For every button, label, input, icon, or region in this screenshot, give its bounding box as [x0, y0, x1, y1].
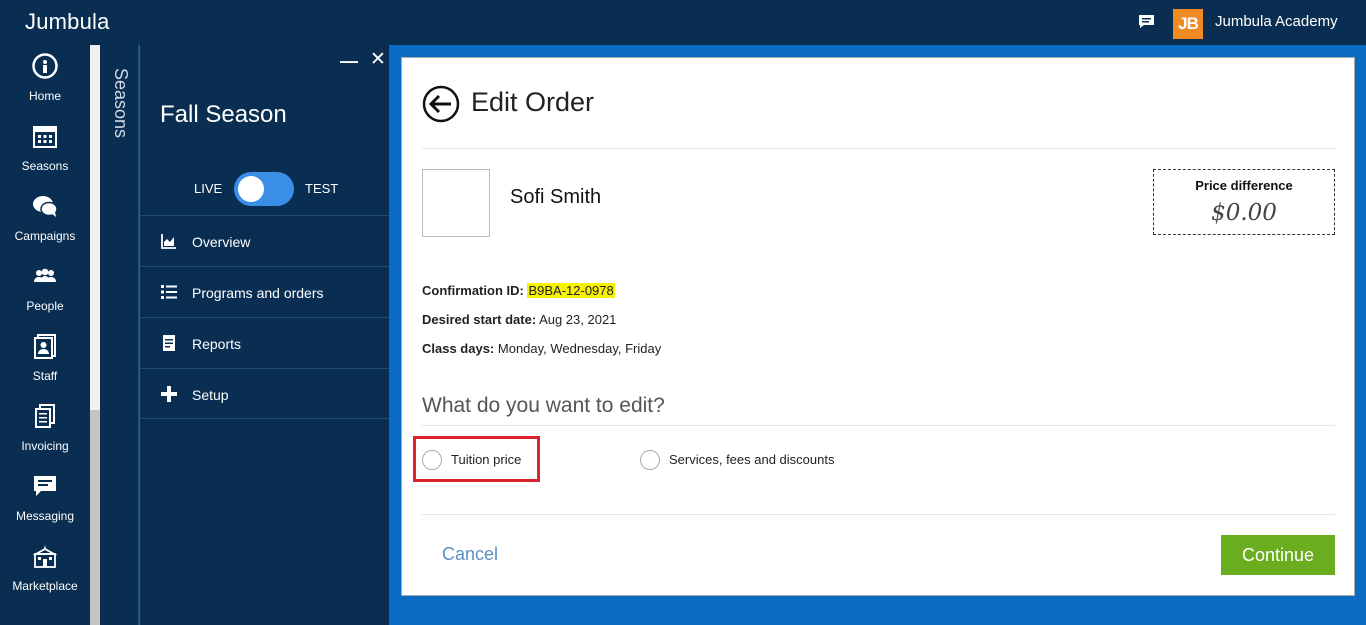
chat-icon[interactable] — [1138, 14, 1155, 29]
list-icon — [161, 285, 177, 299]
price-difference-box: Price difference $0.00 — [1153, 169, 1335, 235]
services-fees-discounts-radio[interactable] — [640, 450, 660, 470]
season-menu: Overview Programs and orders Reports Set… — [140, 215, 389, 419]
confirmation-id-line: Confirmation ID: B9BA-12-0978 — [422, 283, 615, 298]
class-days-line: Class days: Monday, Wednesday, Friday — [422, 341, 661, 356]
nav-label: Marketplace — [12, 579, 78, 593]
nav-item-marketplace[interactable]: Marketplace — [0, 535, 90, 605]
calendar-icon — [33, 126, 57, 148]
menu-label: Reports — [192, 336, 242, 352]
left-nav: Home Seasons Campaigns People Staff Invo… — [0, 45, 90, 625]
menu-label: Programs and orders — [192, 285, 324, 301]
staff-badge-icon — [34, 334, 56, 359]
divider — [422, 148, 1335, 149]
message-icon — [34, 476, 56, 496]
nav-label: Invoicing — [21, 439, 69, 453]
confirmation-id-label: Confirmation ID: — [422, 283, 524, 298]
toggle-knob — [238, 176, 264, 202]
tuition-price-radio[interactable] — [422, 450, 442, 470]
continue-button[interactable]: Continue — [1221, 535, 1335, 575]
menu-item-overview[interactable]: Overview — [140, 215, 389, 266]
price-difference-label: Price difference — [1195, 178, 1293, 193]
minimize-icon[interactable]: — — [340, 51, 358, 72]
nav-label: Home — [28, 89, 61, 103]
top-bar: Jumbula JB Jumbula Academy — [0, 0, 1366, 45]
class-days-label: Class days: — [422, 341, 495, 356]
start-date-label: Desired start date: — [422, 312, 537, 327]
avatar — [422, 169, 490, 237]
nav-label: Staff — [32, 369, 58, 383]
marketplace-icon — [32, 545, 58, 568]
season-panel: — ✕ Fall Season LIVE TEST Overview Progr… — [140, 45, 389, 625]
price-difference-value: $0.00 — [1211, 200, 1277, 226]
nav-label: People — [26, 299, 64, 313]
page-title: Edit Order — [471, 87, 595, 117]
nav-item-campaigns[interactable]: Campaigns — [0, 185, 90, 255]
menu-item-programs-and-orders[interactable]: Programs and orders — [140, 266, 389, 317]
nav-label: Messaging — [15, 509, 75, 523]
people-icon — [34, 268, 56, 282]
back-arrow-icon[interactable] — [422, 85, 460, 123]
tuition-price-label[interactable]: Tuition price — [451, 452, 521, 467]
nav-scrollbar-thumb[interactable] — [90, 45, 100, 410]
nav-item-people[interactable]: People — [0, 255, 90, 325]
org-logo[interactable]: JB — [1173, 9, 1203, 39]
divider — [422, 425, 1335, 426]
start-date-value: Aug 23, 2021 — [539, 312, 617, 327]
live-test-toggle-row: LIVE TEST — [140, 170, 389, 210]
invoice-icon — [35, 404, 55, 428]
cancel-button[interactable]: Cancel — [442, 544, 498, 565]
close-icon[interactable]: ✕ — [370, 48, 386, 71]
start-date-line: Desired start date: Aug 23, 2021 — [422, 312, 616, 327]
confirmation-id-value: B9BA-12-0978 — [527, 283, 615, 298]
toggle-live-label: LIVE — [194, 181, 223, 196]
nav-item-home[interactable]: Home — [0, 45, 90, 115]
menu-label: Setup — [192, 387, 229, 403]
menu-item-setup[interactable]: Setup — [140, 368, 389, 419]
services-fees-discounts-label[interactable]: Services, fees and discounts — [669, 452, 834, 467]
chart-icon — [161, 234, 176, 249]
brand-logo[interactable]: Jumbula — [25, 9, 110, 35]
menu-item-reports[interactable]: Reports — [140, 317, 389, 368]
home-icon — [32, 53, 58, 79]
report-icon — [163, 335, 175, 351]
nav-item-messaging[interactable]: Messaging — [0, 465, 90, 535]
edit-question: What do you want to edit? — [422, 394, 665, 417]
menu-label: Overview — [192, 234, 251, 250]
nav-item-staff[interactable]: Staff — [0, 325, 90, 395]
plus-icon — [161, 386, 177, 402]
live-test-toggle[interactable] — [234, 172, 294, 206]
nav-item-invoicing[interactable]: Invoicing — [0, 395, 90, 465]
nav-label: Seasons — [21, 159, 69, 173]
divider — [422, 514, 1335, 515]
nav-item-seasons[interactable]: Seasons — [0, 115, 90, 185]
nav-label: Campaigns — [14, 229, 76, 243]
toggle-test-label: TEST — [305, 181, 339, 196]
season-title: Fall Season — [160, 101, 287, 128]
org-name[interactable]: Jumbula Academy — [1215, 13, 1338, 30]
seasons-strip-label[interactable]: Seasons — [110, 68, 131, 138]
edit-order-card: Edit Order Sofi Smith Price difference $… — [401, 57, 1355, 596]
speech-bubbles-icon — [33, 196, 58, 217]
person-name: Sofi Smith — [510, 186, 602, 208]
class-days-value: Monday, Wednesday, Friday — [497, 341, 662, 356]
